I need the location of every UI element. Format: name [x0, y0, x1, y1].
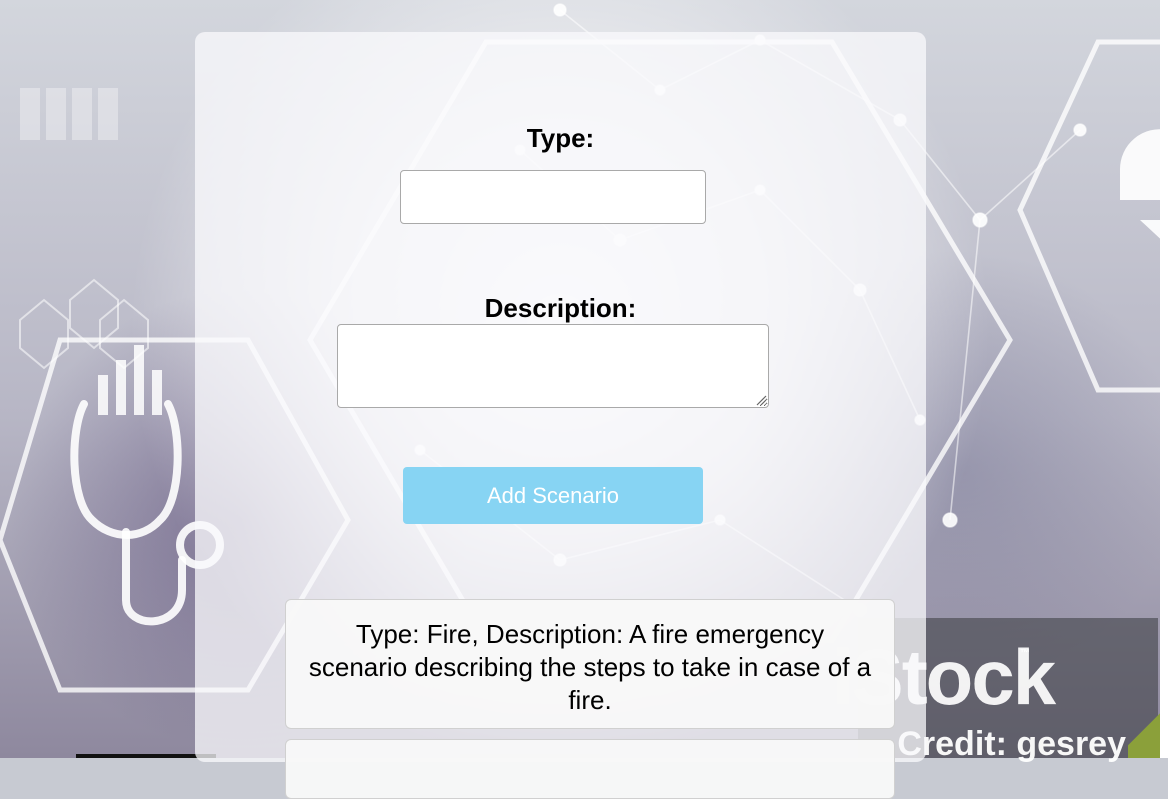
right-edge-strip	[1160, 0, 1168, 758]
description-label: Description:	[484, 293, 637, 323]
description-textarea[interactable]	[337, 324, 769, 408]
scenario-card: Type: Fire, Description: A fire emergenc…	[285, 599, 895, 729]
scenario-text: Type: Fire, Description: A fire emergenc…	[308, 619, 872, 715]
type-label: Type:	[526, 123, 595, 153]
type-input[interactable]	[400, 170, 706, 224]
add-scenario-button[interactable]: Add Scenario	[403, 467, 703, 524]
scenario-form-card: Type: Description: Add Scenario Type: Fi…	[195, 32, 926, 799]
resize-handle-icon[interactable]	[755, 394, 767, 406]
corner-accent	[1128, 708, 1160, 758]
watermark-credit: Credit: gesrey	[897, 725, 1126, 763]
watermark-trademark: ™	[1020, 648, 1030, 659]
scenario-card	[285, 739, 895, 799]
